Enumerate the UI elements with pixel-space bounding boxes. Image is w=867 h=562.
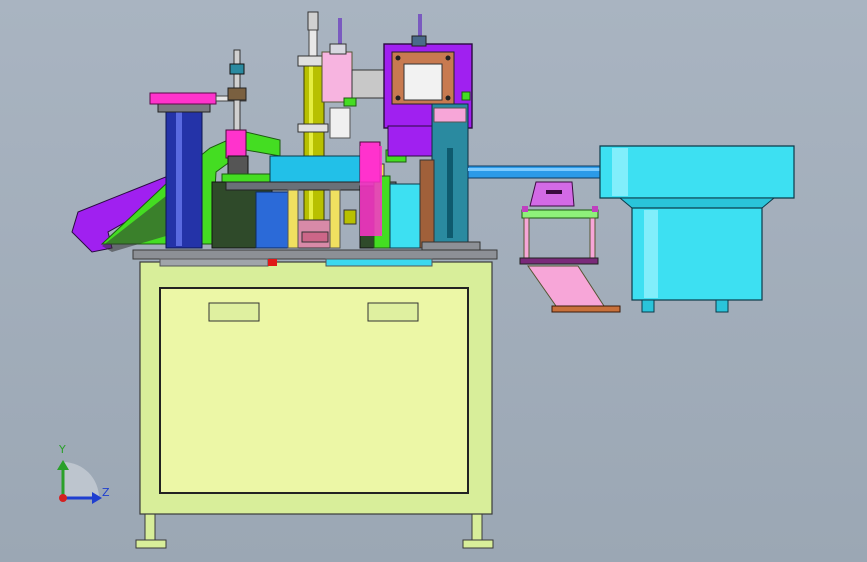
navy-column-highlight [176,112,182,246]
column-top-pink [433,107,467,123]
table-underlip-right [325,258,433,267]
bowl-feeder[interactable] [599,145,795,313]
triad-quarter-disc [63,462,99,498]
door-handle-left [208,302,260,322]
left-leg [144,511,156,543]
yellow-post-right [329,189,341,249]
bowl-neck [618,197,776,209]
gripper-body [227,155,249,177]
magenta-cylinder [149,92,217,105]
lower-band [519,257,599,265]
column-slot [447,148,453,238]
left-foot [135,539,167,549]
barrel-highlight [309,60,313,246]
cabinet-door [159,287,469,494]
head-bolt-bl [395,95,401,101]
small-green-knob [461,91,471,101]
right-foot [462,539,494,549]
linear-vibrator[interactable] [519,181,621,313]
rod-top-cap [229,63,245,75]
right-leg [471,511,483,543]
olive-pad [343,209,357,225]
ring-base [301,231,329,243]
cyan-box [389,183,423,249]
cap-mid [297,123,329,133]
head-bolt-tl [395,55,401,61]
white-cover [329,107,351,139]
z-axis-label: Z [102,486,110,499]
magenta-panel [360,146,382,236]
head-bolt-br [445,95,451,101]
pink-chute-slope [527,265,605,307]
axis-triad [57,460,102,504]
green-tip [343,97,357,107]
bowl-rim-shine [612,148,628,196]
bowl-base-shine [644,210,658,298]
bowl-foot-left [641,299,655,313]
orange-base [551,305,621,313]
assembly-model[interactable] [0,0,867,562]
cad-viewport[interactable]: Y Z [0,0,867,562]
bowl-rim [599,145,795,199]
mount-bolt-l [522,206,528,212]
column-foot [421,241,481,251]
head-white-window [403,63,443,101]
magenta-bracket [225,129,247,159]
door-handle-right [367,302,419,322]
support-post-l [523,217,530,259]
rail-highlight [468,168,604,171]
navy-column [165,109,203,249]
vibrator-slot [546,190,562,194]
red-marker [268,259,277,266]
blue-motor [255,191,289,249]
rod-collar [227,87,247,101]
pink-actuator-cap [329,43,347,55]
bowl-foot-right [715,299,729,313]
green-mount-plate [521,209,599,219]
linear-feed-rail[interactable] [467,165,605,179]
gray-slider [351,69,387,99]
pink-actuator [321,51,353,103]
x-axis-dot [59,494,67,502]
table-top [132,249,498,260]
head-lower-purple [387,125,437,157]
yellow-post-left [287,189,299,249]
top-connector [411,35,427,47]
machine-frame[interactable] [132,249,498,549]
head-bolt-tr [445,55,451,61]
support-post-r [589,217,596,259]
mount-bolt-r [592,206,598,212]
column-top-plate [157,103,211,113]
top-fitting [307,11,319,31]
table-underlip [159,258,269,267]
blue-rail [467,165,605,179]
brown-panel [419,159,435,249]
y-axis-label: Y [59,443,66,456]
